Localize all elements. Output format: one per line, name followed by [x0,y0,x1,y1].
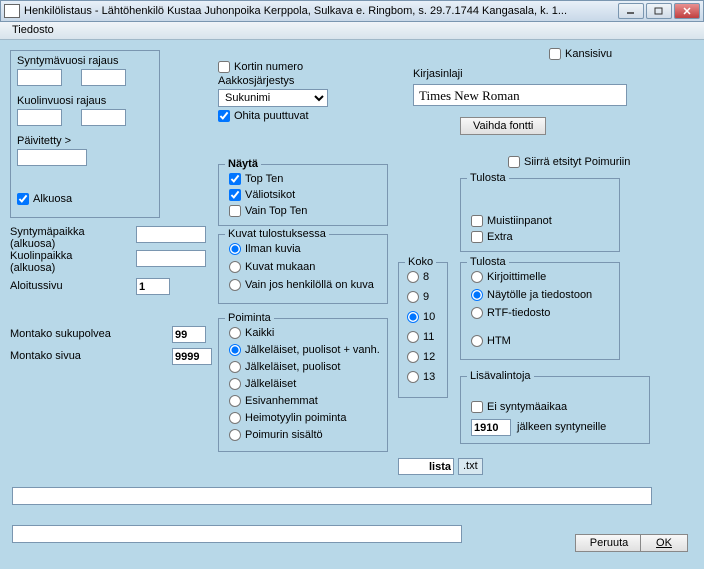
koko-11-radio[interactable]: 11 [407,331,434,343]
ok-button[interactable]: OK [640,534,688,552]
kuolinpaikka-label: Kuolinpaikka (alkuosa) [10,250,90,274]
kirjoittimelle-radio[interactable]: Kirjoittimelle [471,271,546,283]
titlebar: Henkilölistaus - Lähtöhenkilö Kustaa Juh… [0,0,704,22]
peruuta-button[interactable]: Peruuta [575,534,643,552]
vaihda-fontti-button[interactable]: Vaihda fontti [460,117,546,135]
vuosi-input[interactable] [471,419,511,436]
montako-sukupolvea-label: Montako sukupolvea [10,328,111,340]
koko-group: Koko 8 9 10 11 12 13 [398,262,448,398]
jalk-puolisot-vanh-radio[interactable]: Jälkeläiset, puolisot + vanh. [229,344,380,356]
topten-checkbox[interactable]: Top Ten [229,173,283,185]
jalkelaiset-radio[interactable]: Jälkeläiset [229,378,296,390]
nayta-group: Näytä Top Ten Väliotsikot Vain Top Ten [218,164,388,226]
htm-radio[interactable]: HTM [471,335,511,347]
siirra-label: Siirrä etsityt Poimuriin [524,156,630,168]
menubar: Tiedosto [0,22,704,40]
montako-sivua-label: Montako sivua [10,350,81,362]
heimotyylin-radio[interactable]: Heimotyylin poiminta [229,412,346,424]
jalkeen-label: jälkeen syntyneille [517,421,606,433]
nayta-legend: Näytä [225,158,261,170]
txt-label: .txt [458,458,483,475]
tulosta2-group: Tulosta Kirjoittimelle Näytölle ja tiedo… [460,262,620,360]
kuolinvuosi-label: Kuolinvuosi rajaus [17,95,106,107]
vainjos-radio[interactable]: Vain jos henkilöllä on kuva [229,279,374,291]
syntymavuosi-label: Syntymävuosi rajaus [17,55,119,67]
paivitetty-label: Päivitetty > [17,135,71,147]
syntymapaikka-input[interactable] [136,226,206,243]
syntymavuosi-to-input[interactable] [81,69,126,86]
window-title: Henkilölistaus - Lähtöhenkilö Kustaa Juh… [24,5,618,17]
syntymapaikka-label: Syntymäpaikka (alkuosa) [10,226,90,250]
koko-legend: Koko [405,256,436,268]
vain-topten-checkbox[interactable]: Vain Top Ten [229,205,307,217]
ohita-checkbox[interactable]: Ohita puuttuvat [218,110,309,122]
kaikki-radio[interactable]: Kaikki [229,327,274,339]
jalk-puolisot-radio[interactable]: Jälkeläiset, puolisot [229,361,340,373]
poiminta-legend: Poiminta [225,312,274,324]
valiotsikot-checkbox[interactable]: Väliotsikot [229,189,295,201]
kirjasinlaji-label: Kirjasinlaji [413,68,463,80]
kansisivu-label: Kansisivu [565,48,612,60]
ohita-label: Ohita puuttuvat [234,110,309,122]
koko-10-radio[interactable]: 10 [407,311,435,323]
kuvat-group: Kuvat tulostuksessa Ilman kuvia Kuvat mu… [218,234,388,304]
alkuosa-label: Alkuosa [33,193,72,205]
tulosta2-legend: Tulosta [467,256,509,268]
aakkosjarjestys-select[interactable]: Sukunimi [218,89,328,107]
maximize-button[interactable] [646,3,672,19]
tulosta1-legend: Tulosta [467,172,509,184]
status-bar-2 [12,525,462,543]
poimurin-radio[interactable]: Poimurin sisältö [229,429,323,441]
kuolinvuosi-to-input[interactable] [81,109,126,126]
koko-12-radio[interactable]: 12 [407,351,435,363]
alkuosa-checkbox[interactable]: Alkuosa [17,193,72,205]
esivanhemmat-radio[interactable]: Esivanhemmat [229,395,318,407]
kuolinpaikka-input[interactable] [136,250,206,267]
paivitetty-input[interactable] [17,149,87,166]
muistiinpanot-checkbox[interactable]: Muistiinpanot [471,215,552,227]
siirra-checkbox[interactable]: Siirrä etsityt Poimuriin [508,156,630,168]
kuvat-legend: Kuvat tulostuksessa [225,228,329,240]
koko-9-radio[interactable]: 9 [407,291,429,303]
close-button[interactable] [674,3,700,19]
rtf-radio[interactable]: RTF-tiedosto [471,307,550,319]
lista-input[interactable] [398,458,454,475]
tulosta1-group: Tulosta Muistiinpanot Extra [460,178,620,252]
syntymavuosi-from-input[interactable] [17,69,62,86]
aloitussivu-input[interactable] [136,278,170,295]
poiminta-group: Poiminta Kaikki Jälkeläiset, puolisot + … [218,318,388,452]
status-bar-1 [12,487,652,505]
left-filters-group: Syntymävuosi rajaus Kuolinvuosi rajaus P… [10,50,160,218]
lisavalintoja-legend: Lisävalintoja [467,370,534,382]
minimize-button[interactable] [618,3,644,19]
lisavalintoja-group: Lisävalintoja Ei syntymäaikaa jälkeen sy… [460,376,650,444]
kansisivu-checkbox[interactable]: Kansisivu [549,48,612,60]
ilman-kuvia-radio[interactable]: Ilman kuvia [229,243,301,255]
aloitussivu-label: Aloitussivu [10,280,63,292]
font-display: Times New Roman [413,84,627,106]
ei-syntymaaikaa-checkbox[interactable]: Ei syntymäaikaa [471,401,567,413]
kortin-numero-label: Kortin numero [234,61,303,73]
kortin-numero-checkbox[interactable]: Kortin numero [218,61,303,73]
koko-13-radio[interactable]: 13 [407,371,435,383]
sukupolvea-input[interactable] [172,326,206,343]
sivua-input[interactable] [172,348,212,365]
kuolinvuosi-from-input[interactable] [17,109,62,126]
naytolle-radio[interactable]: Näytölle ja tiedostoon [471,289,592,301]
koko-8-radio[interactable]: 8 [407,271,429,283]
menu-tiedosto[interactable]: Tiedosto [6,22,60,38]
kuvat-mukaan-radio[interactable]: Kuvat mukaan [229,261,315,273]
extra-checkbox[interactable]: Extra [471,231,513,243]
app-icon [4,4,20,18]
aakkosjarjestys-label: Aakkosjärjestys [218,75,294,87]
